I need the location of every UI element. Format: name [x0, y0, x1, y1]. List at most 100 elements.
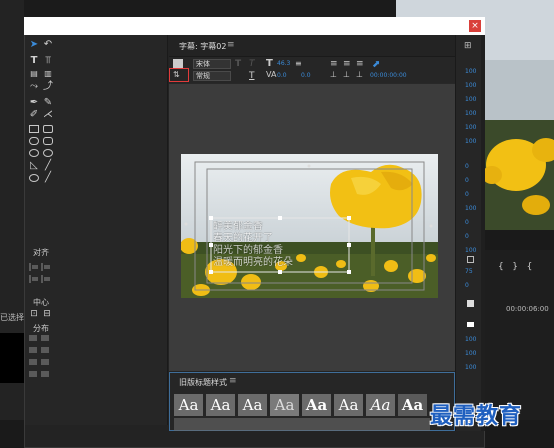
caption-line: 阳光下的郁金香: [213, 245, 283, 256]
align-center-icon[interactable]: ≡: [343, 59, 351, 69]
underline-icon[interactable]: T: [249, 71, 255, 81]
title-tab-menu-icon[interactable]: ≡: [227, 40, 235, 50]
properties-scrollbar[interactable]: [481, 35, 485, 431]
slash-line-tool-icon[interactable]: ╱: [42, 172, 54, 184]
property-value[interactable]: 100: [465, 247, 476, 254]
style-sample[interactable]: Aa: [398, 394, 427, 416]
caption-text-block[interactable]: 醉美郁金香 春天的花开了 阳光下的郁金香 温暖而明亮的花朵: [213, 221, 349, 271]
close-button[interactable]: ×: [469, 20, 481, 32]
background-left-label: 已选择: [0, 313, 24, 322]
background-video-timecode[interactable]: 00:00:00:00: [370, 72, 407, 79]
property-value[interactable]: 100: [465, 205, 476, 212]
rounded-corner-rectangle-tool-icon[interactable]: [43, 137, 53, 145]
tracking-icon: VA: [266, 70, 277, 79]
style-samples-second-row: [174, 418, 430, 431]
title-tools-panel: ➤ ↶ T ⫪ ▤ ▥ ⤳ ⤴ ✒ ✎ ✐ ⋌ ◺ ╱ ╱ 对齐 中心 ⊡ ⊟ …: [25, 35, 168, 425]
property-value[interactable]: 100: [465, 68, 476, 75]
dialog-titlebar: ×: [24, 17, 485, 35]
vertical-area-type-tool-icon[interactable]: ▥: [42, 68, 54, 80]
property-value[interactable]: 100: [465, 336, 476, 343]
align-buttons-group[interactable]: [29, 263, 51, 291]
style-sample[interactable]: Aa: [334, 394, 363, 416]
align-right-icon[interactable]: ≡: [356, 59, 364, 69]
property-value[interactable]: 100: [465, 138, 476, 145]
add-anchor-tool-icon[interactable]: ✐: [28, 109, 40, 121]
property-value[interactable]: 0: [465, 177, 469, 184]
distribute-section-label: 分布: [33, 324, 49, 333]
ellipse-alt-tool-icon[interactable]: [43, 149, 53, 157]
tab-stops-right-icon[interactable]: ⊥: [356, 70, 363, 79]
selection-tool-icon[interactable]: ➤: [28, 39, 40, 51]
rectangle-tool-icon[interactable]: [29, 125, 39, 133]
style-sample[interactable]: Aa: [270, 394, 299, 416]
property-value[interactable]: 100: [465, 350, 476, 357]
property-checkbox[interactable]: [467, 256, 474, 263]
align-section-label: 对齐: [33, 248, 49, 257]
bold-icon[interactable]: T: [235, 59, 241, 69]
center-section-label: 中心: [33, 298, 49, 307]
background-brackets: { } {: [498, 262, 533, 272]
watermark-logo: 最需教育: [430, 404, 523, 429]
new-title-icon[interactable]: [173, 59, 183, 68]
delete-anchor-tool-icon[interactable]: ✎: [42, 97, 54, 109]
property-value[interactable]: 100: [465, 124, 476, 131]
styles-panel-menu-icon[interactable]: ≡: [229, 376, 237, 386]
center-horizontal-icon[interactable]: ⊡: [28, 308, 40, 320]
clipped-rectangle-tool-icon[interactable]: [43, 125, 53, 133]
color-swatch[interactable]: [467, 322, 474, 327]
property-value[interactable]: 0: [465, 163, 469, 170]
background-left-monitor: [0, 333, 24, 383]
vertical-path-type-tool-icon[interactable]: ⤴: [42, 81, 54, 93]
property-checkbox-checked[interactable]: [467, 300, 474, 307]
wedge-tool-icon[interactable]: ◺: [28, 160, 40, 172]
arc-tool-icon[interactable]: [29, 174, 39, 182]
font-family-select[interactable]: 宋体: [193, 59, 231, 69]
style-sample[interactable]: Aa: [238, 394, 267, 416]
ellipse-tool-icon[interactable]: [29, 149, 39, 157]
type-tool-icon[interactable]: T: [28, 55, 40, 67]
style-sample[interactable]: Aa: [174, 394, 203, 416]
leading-value[interactable]: 0.0: [301, 72, 311, 79]
roll-crawl-options-icon[interactable]: ⇅: [169, 68, 189, 82]
convert-anchor-tool-icon[interactable]: ⋌: [42, 109, 54, 121]
property-value[interactable]: 0: [465, 191, 469, 198]
title-tab-label[interactable]: 字幕: 字幕02: [179, 41, 226, 52]
font-size-icon: T: [266, 58, 273, 69]
line-tool-icon[interactable]: ╱: [42, 160, 54, 172]
property-value[interactable]: 0: [465, 282, 469, 289]
caption-line: 醉美郁金香: [213, 221, 263, 232]
tab-stops-icon[interactable]: ⊥: [330, 70, 337, 79]
property-value[interactable]: 100: [465, 110, 476, 117]
style-sample[interactable]: Aa: [206, 394, 235, 416]
property-value[interactable]: 0: [465, 219, 469, 226]
area-type-tool-icon[interactable]: ▤: [28, 68, 40, 80]
vertical-type-tool-icon[interactable]: ⫪: [42, 55, 54, 67]
rotation-tool-icon[interactable]: ↶: [42, 39, 54, 51]
center-vertical-icon[interactable]: ⊟: [41, 308, 53, 320]
caption-line: 春天的花开了: [213, 233, 273, 244]
styles-panel-title: 旧版标题样式: [179, 378, 227, 387]
style-sample[interactable]: Aa: [366, 394, 395, 416]
caption-line: 温暖而明亮的花朵: [213, 257, 293, 268]
font-size-value[interactable]: 46.3: [277, 60, 290, 67]
font-style-select[interactable]: 常规: [193, 71, 231, 81]
title-panel-header: 字幕: 字幕02 ≡: [169, 35, 455, 57]
property-value[interactable]: 75: [465, 268, 473, 275]
style-sample[interactable]: Aa: [302, 394, 331, 416]
property-value[interactable]: 100: [465, 82, 476, 89]
show-background-video-icon[interactable]: ⬈: [372, 59, 380, 70]
property-value[interactable]: 100: [465, 96, 476, 103]
title-properties-toolbar: ⇅ 宋体 常规 T T T T 46.3 VA 0.0 ≡ 0.0 ≡ ≡ ≡ …: [169, 57, 455, 83]
path-type-tool-icon[interactable]: ⤳: [28, 81, 40, 93]
property-value[interactable]: 100: [465, 364, 476, 371]
pen-tool-icon[interactable]: ✒: [28, 97, 40, 109]
tab-stops-alt-icon[interactable]: ⊥: [343, 70, 350, 79]
italic-icon[interactable]: T: [249, 59, 255, 69]
kerning-icon: ≡: [295, 59, 302, 68]
distribute-buttons-group[interactable]: [29, 335, 51, 397]
tracking-value[interactable]: 0.0: [277, 72, 287, 79]
properties-menu-icon[interactable]: ⊞: [464, 41, 472, 51]
align-left-icon[interactable]: ≡: [330, 59, 338, 69]
rounded-rectangle-tool-icon[interactable]: [29, 137, 39, 145]
property-value[interactable]: 0: [465, 233, 469, 240]
